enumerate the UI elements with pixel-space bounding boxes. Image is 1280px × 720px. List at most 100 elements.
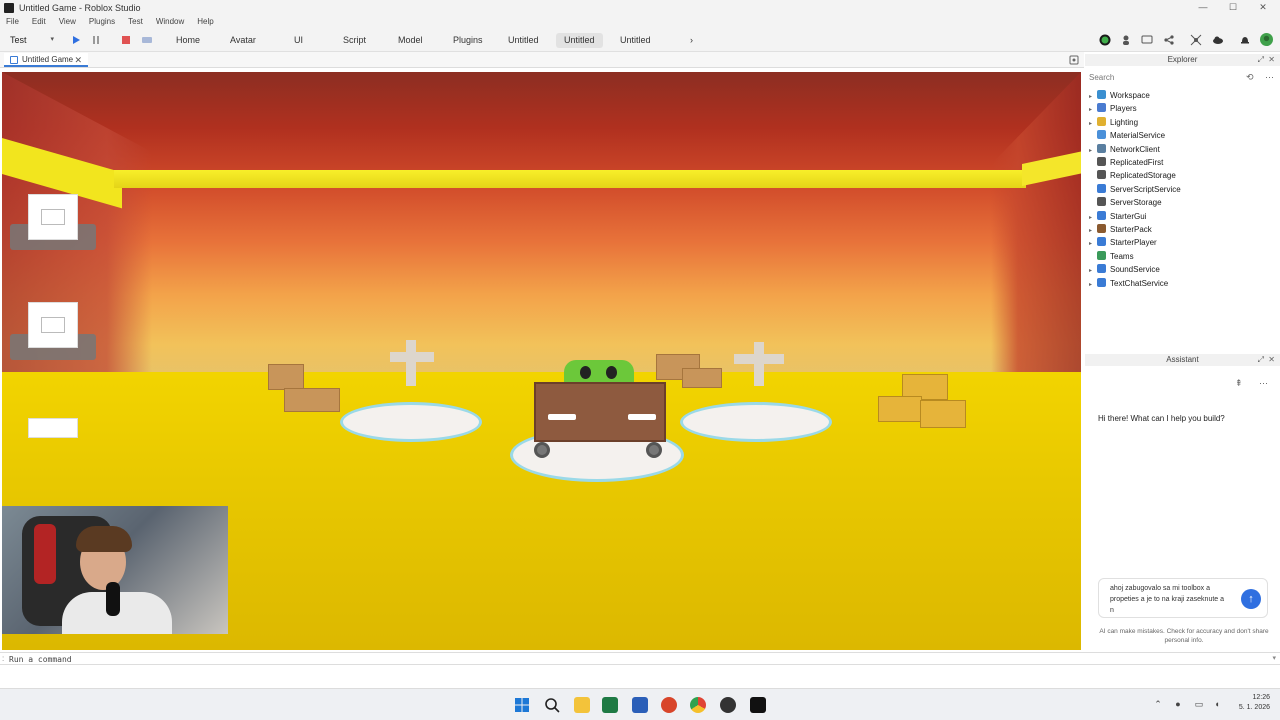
tab-script[interactable]: Script (335, 33, 374, 48)
clock-time: 12:26 (1252, 694, 1270, 701)
image-placeholder-icon[interactable] (28, 302, 78, 348)
cardboard-box[interactable] (682, 368, 722, 388)
close-tab-icon[interactable]: ✕ (74, 53, 82, 67)
explorer-item-networkclient[interactable]: ▸ NetworkClient (1089, 143, 1160, 156)
history-icon[interactable]: ⟲ (1246, 72, 1254, 83)
maximize-button[interactable]: ☐ (1218, 0, 1248, 15)
chrome-icon[interactable] (690, 697, 706, 713)
tab-plugins[interactable]: Plugins (445, 33, 491, 48)
spawn-pad-right[interactable] (680, 402, 832, 442)
image-placeholder-icon[interactable] (28, 194, 78, 240)
explorer-item-materialservice[interactable]: MaterialService (1089, 129, 1165, 142)
user-avatar-icon[interactable] (1260, 33, 1273, 46)
play-icon[interactable] (70, 34, 82, 46)
more-options-icon[interactable]: ⋯ (1265, 72, 1274, 83)
viewport-settings-icon[interactable] (1069, 55, 1079, 65)
gold-crate[interactable] (878, 396, 922, 422)
explorer-item-startergui[interactable]: ▸ StarterGui (1089, 210, 1146, 223)
popout-icon[interactable]: ⤢ (1258, 54, 1264, 66)
monitor-icon[interactable]: ▭ (1194, 699, 1204, 709)
tab-ui[interactable]: UI (286, 33, 311, 48)
command-input[interactable]: Run a command (9, 654, 1209, 665)
tab-untitled-1[interactable]: Untitled (500, 33, 547, 48)
menu-window[interactable]: Window (156, 17, 184, 26)
system-clock[interactable]: 12:26 5. 1. 2026 (1239, 693, 1270, 713)
avatar-settings-icon[interactable] (1121, 34, 1133, 46)
menu-test[interactable]: Test (128, 17, 143, 26)
search-icon[interactable] (544, 697, 560, 713)
record-status-icon[interactable] (1099, 34, 1111, 46)
expand-arrow-icon[interactable]: ▸ (1089, 279, 1097, 292)
tab-model[interactable]: Model (390, 33, 431, 48)
cardboard-box[interactable] (284, 388, 340, 412)
explorer-item-serverstorage[interactable]: ServerStorage (1089, 196, 1162, 209)
menu-help[interactable]: Help (197, 17, 213, 26)
assistant-chat-input[interactable]: ahoj zabugovalo sa mi toolbox a propetie… (1098, 578, 1268, 618)
send-button[interactable]: ↑ (1241, 589, 1261, 609)
minimize-button[interactable]: — (1188, 0, 1218, 15)
tab-home[interactable]: Home (168, 33, 208, 48)
roblox-studio-taskbar-icon[interactable] (750, 697, 766, 713)
menu-view[interactable]: View (59, 17, 76, 26)
explorer-search-input[interactable]: Search (1089, 72, 1259, 84)
close-window-button[interactable]: ✕ (1248, 0, 1278, 15)
service-icon (1097, 103, 1106, 113)
chat-icon[interactable] (1141, 34, 1153, 46)
doc-tab-untitled-game[interactable]: Untitled Game ✕ (4, 53, 88, 67)
tombstone-cross[interactable] (406, 340, 416, 386)
ai-disclaimer: AI can make mistakes. Check for accuracy… (1099, 628, 1269, 644)
devices-icon[interactable] (141, 34, 153, 46)
chat-input-text[interactable]: ahoj zabugovalo sa mi toolbox a propetie… (1110, 583, 1226, 616)
explorer-item-serverscriptservice[interactable]: ServerScriptService (1089, 183, 1181, 196)
explorer-item-textchatservice[interactable]: ▸ TextChatService (1089, 277, 1168, 290)
tombstone-cross[interactable] (754, 342, 764, 386)
menu-plugins[interactable]: Plugins (89, 17, 115, 26)
ribbon-more-button[interactable]: › (682, 33, 701, 48)
image-placeholder-icon[interactable] (28, 418, 78, 438)
3d-viewport[interactable] (2, 72, 1081, 650)
volume-icon[interactable]: ◖ (1212, 699, 1222, 709)
word-icon[interactable] (632, 697, 648, 713)
menu-file[interactable]: File (6, 17, 19, 26)
tray-chevron-icon[interactable]: ⌃ (1153, 699, 1163, 709)
close-panel-icon[interactable]: ✕ (1268, 354, 1275, 366)
collaborate-icon[interactable] (1190, 34, 1202, 46)
explorer-item-teams[interactable]: Teams (1089, 250, 1134, 263)
gold-crate[interactable] (920, 400, 966, 428)
explorer-item-replicatedstorage[interactable]: ReplicatedStorage (1089, 169, 1176, 182)
menu-edit[interactable]: Edit (32, 17, 46, 26)
popout-icon[interactable]: ⤢ (1258, 354, 1264, 366)
close-panel-icon[interactable]: ✕ (1268, 54, 1275, 66)
collapse-icon[interactable]: ⇞ (1235, 378, 1243, 389)
cloud-icon[interactable] (1212, 34, 1224, 46)
mode-dropdown[interactable]: Test ▾ (6, 33, 58, 47)
pause-icon[interactable] (90, 34, 102, 46)
office-icon[interactable] (661, 697, 677, 713)
explorer-item-soundservice[interactable]: ▸ SoundService (1089, 263, 1160, 276)
windows-taskbar: ⌃ ● ▭ ◖ 12:26 5. 1. 2026 (0, 688, 1280, 720)
excel-icon[interactable] (602, 697, 618, 713)
file-explorer-icon[interactable] (574, 697, 590, 713)
chevron-down-icon[interactable]: ▾ (1272, 654, 1276, 662)
tab-untitled-2[interactable]: Untitled (556, 33, 603, 48)
explorer-item-starterplayer[interactable]: ▸ StarterPlayer (1089, 236, 1157, 249)
obs-icon[interactable] (720, 697, 736, 713)
share-icon[interactable] (1163, 34, 1175, 46)
windows-start-icon[interactable] (514, 697, 530, 713)
explorer-item-lighting[interactable]: ▸ Lighting (1089, 116, 1138, 129)
explorer-item-workspace[interactable]: ▸ Workspace (1089, 89, 1150, 102)
notifications-bell-icon[interactable] (1239, 34, 1251, 46)
explorer-item-starterpack[interactable]: ▸ StarterPack (1089, 223, 1152, 236)
cardboard-box[interactable] (268, 364, 304, 390)
spawn-pad-left[interactable] (340, 402, 482, 442)
tab-avatar[interactable]: Avatar (222, 33, 264, 48)
explorer-item-players[interactable]: ▸ Players (1089, 102, 1137, 115)
explorer-item-replicatedfirst[interactable]: ReplicatedFirst (1089, 156, 1163, 169)
minecart[interactable] (534, 382, 666, 442)
tab-untitled-3[interactable]: Untitled (612, 33, 659, 48)
more-options-icon[interactable]: ⋯ (1259, 378, 1268, 389)
cart-wheel (534, 442, 550, 458)
explorer-item-label: TextChatService (1110, 278, 1169, 288)
stop-icon[interactable] (120, 34, 132, 46)
microphone-icon[interactable]: ● (1173, 699, 1183, 709)
